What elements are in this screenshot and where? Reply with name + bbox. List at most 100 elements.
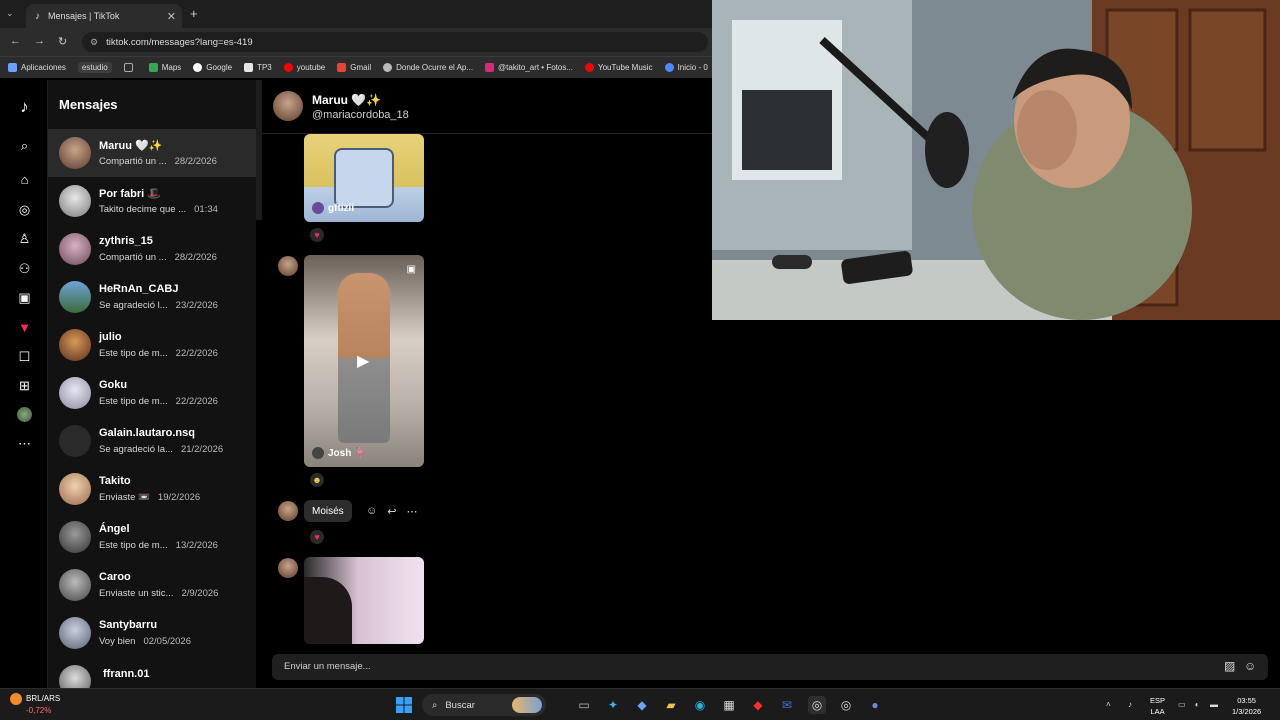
creator-avatar: [312, 202, 324, 214]
avatar: [59, 185, 91, 217]
address-bar-row: ← → ↻ ⚙ tiktok.com/messages?lang=es-419: [0, 28, 712, 56]
conversation-item[interactable]: Maruu 🤍✨ Compartió un ... 28/2/2026: [48, 129, 256, 177]
browser-tab[interactable]: ♪ Mensajes | TikTok ✕: [26, 4, 182, 28]
shared-video-card[interactable]: gftizii: [304, 134, 424, 222]
upload-icon[interactable]: ⊞: [16, 377, 33, 394]
avatar: [59, 329, 91, 361]
profile-avatar-icon[interactable]: [16, 406, 33, 423]
taskbar-search[interactable]: ⌕ Buscar: [422, 694, 546, 716]
site-info-icon[interactable]: ⚙: [90, 37, 98, 48]
bookmark-donde-ocurre[interactable]: Donde Ocurre el Ap...: [383, 63, 473, 72]
forward-icon[interactable]: →: [34, 35, 45, 47]
tab-search-icon[interactable]: ⌄: [6, 8, 14, 19]
discord-icon[interactable]: ●: [866, 696, 884, 714]
windows-start-icon[interactable]: [395, 696, 413, 714]
activity-icon[interactable]: ▼: [16, 319, 33, 336]
close-tab-icon[interactable]: ✕: [167, 10, 176, 23]
avatar[interactable]: [273, 91, 303, 121]
bookmark-gmail[interactable]: Gmail: [337, 63, 371, 72]
bookmark-estudio[interactable]: estudio: [77, 62, 112, 73]
shared-video-card[interactable]: ▣ ▶ Josh 🦩: [304, 255, 424, 467]
edge-browser-icon[interactable]: ◉: [691, 696, 709, 714]
file-explorer-icon[interactable]: ▰: [662, 696, 680, 714]
conversation-list: Mensajes Maruu 🤍✨ Compartió un ... 28/2/2…: [48, 80, 256, 688]
react-icon[interactable]: ☺: [366, 505, 377, 518]
app-red-icon[interactable]: ◆: [749, 696, 767, 714]
battery-icon[interactable]: ▬: [1210, 700, 1218, 709]
conversation-item[interactable]: Por fabri 🎩 Takito decime que ... 01:34: [48, 177, 256, 225]
grid-icon: [123, 63, 133, 72]
bookmark-google[interactable]: Google: [193, 63, 232, 72]
explore-icon[interactable]: ◎: [16, 201, 33, 218]
conversation-item[interactable]: Goku Este tipo de m... 22/2/2026: [48, 369, 256, 417]
more-icon[interactable]: ⋯: [16, 435, 33, 452]
tp3-icon: [244, 63, 254, 72]
network-icon[interactable]: ▭: [1178, 700, 1186, 709]
conversation-item[interactable]: ffrann.01: [48, 657, 256, 688]
friends-icon[interactable]: ⚇: [16, 260, 33, 277]
message-composer[interactable]: Enviar un mensaje... ▨ ☺: [272, 654, 1268, 680]
shared-video-card[interactable]: [304, 557, 424, 644]
reply-icon[interactable]: ↩: [387, 505, 396, 518]
outlook-icon[interactable]: ✉: [778, 696, 796, 714]
more-options-icon[interactable]: ⋯: [406, 505, 417, 518]
back-icon[interactable]: ←: [10, 35, 21, 47]
conversation-item[interactable]: Galain.lautaro.nsq Se agradeció la... 21/…: [48, 417, 256, 465]
video-creator-label: Josh 🦩: [328, 447, 367, 459]
conversation-item[interactable]: zythris_15 Compartió un ... 28/2/2026: [48, 225, 256, 273]
avatar[interactable]: [278, 501, 298, 521]
chat-contact-handle[interactable]: @mariacordoba_18: [312, 109, 409, 121]
avatar[interactable]: [278, 558, 298, 578]
bookmark-apps[interactable]: Aplicaciones: [8, 63, 66, 72]
language-indicator[interactable]: ESP LAA: [1150, 695, 1165, 717]
stock-ticker-widget[interactable]: BRL/ARS -0,72%: [10, 693, 60, 716]
copilot-icon[interactable]: ◆: [633, 696, 651, 714]
chat-header: Maruu 🤍✨ @mariacordoba_18: [262, 80, 712, 134]
chrome-icon[interactable]: ◎: [808, 696, 826, 714]
play-icon[interactable]: ▶: [357, 351, 369, 371]
volume-icon[interactable]: ◖: [1194, 700, 1199, 709]
avatar: [59, 665, 91, 688]
store-icon[interactable]: ▦: [720, 696, 738, 714]
bookmark-youtube-music[interactable]: YouTube Music: [585, 63, 653, 72]
url-field[interactable]: ⚙ tiktok.com/messages?lang=es-419: [82, 32, 708, 52]
conversation-item[interactable]: HeRnAn_CABJ Se agradeció l... 23/2/2026: [48, 273, 256, 321]
avatar[interactable]: [278, 256, 298, 276]
search-icon[interactable]: ⌕: [16, 137, 33, 154]
bookmark-instagram[interactable]: @takito_art • Fotos...: [485, 63, 573, 72]
home-icon[interactable]: ⌂: [16, 171, 33, 188]
tray-expand-icon[interactable]: ˄: [1106, 700, 1111, 709]
conversation-item[interactable]: Santybarru Voy bien 02/05/2026: [48, 609, 256, 657]
webcam-feed-image: [712, 0, 1280, 320]
chrome-alt-icon[interactable]: ◎: [837, 696, 855, 714]
new-tab-icon[interactable]: +: [190, 6, 198, 21]
message-input[interactable]: Enviar un mensaje...: [284, 661, 371, 672]
conversation-item[interactable]: Caroo Enviaste un stic... 2/9/2026: [48, 561, 256, 609]
bookmark-tp3[interactable]: TP3: [244, 63, 272, 72]
bookmark-maps[interactable]: Maps: [148, 63, 181, 72]
chat-contact-name[interactable]: Maruu 🤍✨: [312, 93, 381, 107]
heart-reaction-icon[interactable]: ♥: [310, 530, 324, 544]
following-icon[interactable]: ♙: [16, 230, 33, 247]
page-title: Mensajes: [59, 97, 118, 112]
live-icon[interactable]: ▣: [16, 289, 33, 306]
image-upload-icon[interactable]: ▨: [1224, 659, 1235, 673]
conversation-item[interactable]: julio Este tipo de m... 22/2/2026: [48, 321, 256, 369]
laugh-reaction-icon[interactable]: ☻: [310, 473, 324, 487]
bookmark-youtube[interactable]: youtube: [283, 63, 325, 72]
reload-icon[interactable]: ↻: [58, 35, 67, 48]
avatar: [59, 233, 91, 265]
messages-icon[interactable]: ☐: [16, 348, 33, 365]
ticker-icon: [10, 693, 22, 705]
system-clock[interactable]: 03:55 1/3/2026: [1232, 695, 1261, 717]
heart-reaction-icon[interactable]: ♥: [310, 228, 324, 242]
microphone-icon[interactable]: ♪: [1128, 700, 1132, 709]
bookmark-inicio[interactable]: Inicio - 0: [664, 63, 708, 72]
conversation-item[interactable]: Takito Enviaste 📼 19/2/2026: [48, 465, 256, 513]
tiktok-logo-icon[interactable]: ♪: [16, 97, 33, 116]
widgets-icon[interactable]: ✦: [604, 696, 622, 714]
conversation-item[interactable]: Ángel Este tipo de m... 13/2/2026: [48, 513, 256, 561]
emoji-icon[interactable]: ☺: [1244, 659, 1256, 673]
task-view-icon[interactable]: ▭: [575, 696, 593, 714]
bookmark-grid[interactable]: [123, 63, 137, 72]
